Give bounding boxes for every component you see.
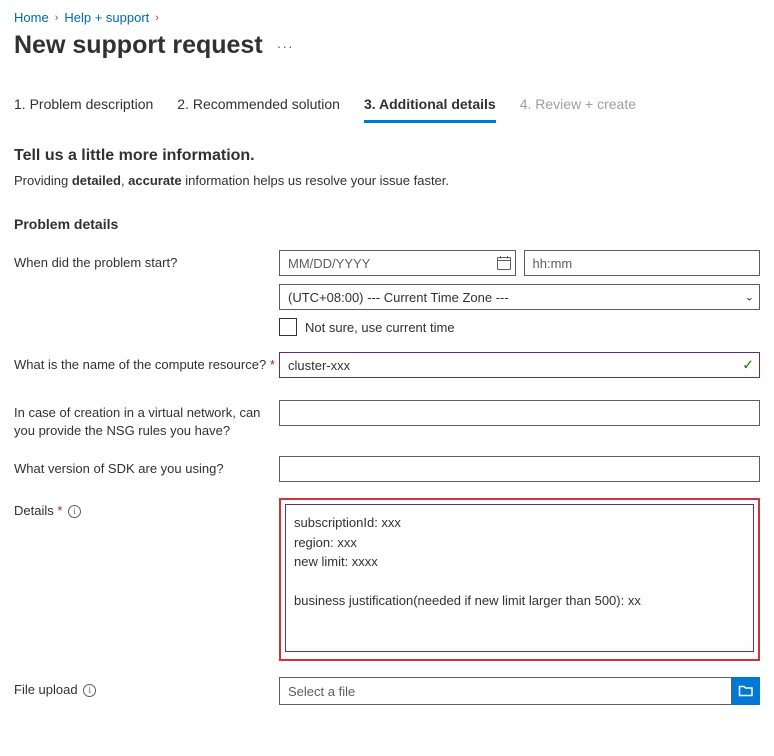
timezone-select[interactable]: (UTC+08:00) --- Current Time Zone --- <box>279 284 760 310</box>
field-row-compute: What is the name of the compute resource… <box>14 352 760 378</box>
label-sdk: What version of SDK are you using? <box>14 456 279 478</box>
page-title: New support request <box>14 31 263 60</box>
field-row-file-upload: File upload i Select a file <box>14 677 760 705</box>
folder-open-icon <box>738 683 754 699</box>
field-row-when: When did the problem start? (UTC+08:00) … <box>14 250 760 336</box>
field-row-sdk: What version of SDK are you using? <box>14 456 760 482</box>
details-textarea[interactable] <box>285 504 754 652</box>
label-compute: What is the name of the compute resource… <box>14 352 279 374</box>
label-nsg: In case of creation in a virtual network… <box>14 400 279 440</box>
date-input[interactable] <box>279 250 516 276</box>
compute-name-input[interactable] <box>279 352 760 378</box>
field-row-nsg: In case of creation in a virtual network… <box>14 400 760 440</box>
section-heading-problem-details: Problem details <box>14 216 760 232</box>
field-row-details: Details * i <box>14 498 760 661</box>
section-subtext: Providing detailed, accurate information… <box>14 173 760 188</box>
tab-review-create: 4. Review + create <box>520 90 636 123</box>
details-highlight-frame <box>279 498 760 661</box>
breadcrumb-home[interactable]: Home <box>14 10 49 25</box>
breadcrumb-help-support[interactable]: Help + support <box>64 10 149 25</box>
info-icon[interactable]: i <box>68 505 81 518</box>
label-file-upload: File upload i <box>14 677 279 699</box>
not-sure-checkbox[interactable] <box>279 318 297 336</box>
section-heading-information: Tell us a little more information. <box>14 147 760 165</box>
file-select-input[interactable]: Select a file <box>279 677 732 705</box>
chevron-right-icon: › <box>55 12 59 24</box>
info-icon[interactable]: i <box>83 684 96 697</box>
file-placeholder: Select a file <box>288 684 355 699</box>
title-row: New support request ··· <box>14 31 760 60</box>
label-when: When did the problem start? <box>14 250 279 272</box>
file-browse-button[interactable] <box>732 677 760 705</box>
required-asterisk: * <box>270 357 275 372</box>
nsg-rules-input[interactable] <box>279 400 760 426</box>
label-details: Details * i <box>14 498 279 520</box>
more-actions-button[interactable]: ··· <box>273 38 298 54</box>
time-input[interactable] <box>524 250 761 276</box>
tab-problem-description[interactable]: 1. Problem description <box>14 90 153 123</box>
sdk-version-input[interactable] <box>279 456 760 482</box>
tab-recommended-solution[interactable]: 2. Recommended solution <box>177 90 340 123</box>
breadcrumb: Home › Help + support › <box>14 10 760 25</box>
not-sure-label: Not sure, use current time <box>305 320 455 335</box>
required-asterisk: * <box>57 503 62 518</box>
wizard-tabs: 1. Problem description 2. Recommended so… <box>14 90 760 123</box>
tab-additional-details[interactable]: 3. Additional details <box>364 90 496 123</box>
chevron-right-icon: › <box>155 12 159 24</box>
